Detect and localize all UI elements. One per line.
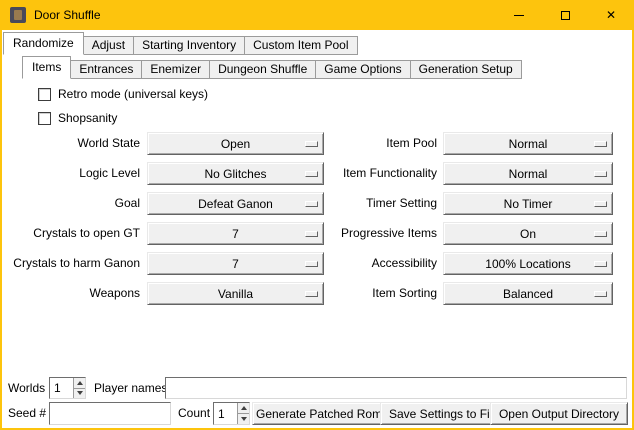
accessibility-label: Accessibility — [297, 252, 437, 275]
accessibility-dropdown[interactable]: 100% Locations — [443, 252, 613, 275]
dropdown-value: Normal — [509, 167, 548, 181]
item-pool-label: Item Pool — [297, 132, 437, 155]
tab-custom-item-pool[interactable]: Custom Item Pool — [244, 36, 357, 55]
dropdown-value: Defeat Ganon — [198, 197, 273, 211]
item-functionality-label: Item Functionality — [297, 162, 437, 185]
titlebar[interactable]: Door Shuffle ✕ — [0, 0, 634, 30]
generate-patched-rom-button[interactable]: Generate Patched Rom — [252, 402, 386, 425]
player-names-label: Player names — [94, 377, 167, 399]
seed-input[interactable] — [49, 402, 171, 425]
count-spinner[interactable]: 1 — [213, 402, 250, 425]
spinner-arrows — [73, 378, 85, 398]
dropdown-value: 7 — [232, 257, 239, 271]
maximize-button[interactable] — [542, 0, 588, 30]
dropdown-indicator-icon — [594, 171, 607, 177]
app-window: Door Shuffle ✕ Randomize Adjust Starting… — [0, 0, 634, 430]
spinner-down-button[interactable] — [238, 413, 249, 424]
dropdown-value: Vanilla — [218, 287, 253, 301]
crystals-open-gt-label: Crystals to open GT — [2, 222, 140, 245]
dropdown-indicator-icon — [594, 141, 607, 147]
progressive-items-dropdown[interactable]: On — [443, 222, 613, 245]
dropdown-indicator-icon — [594, 291, 607, 297]
dropdown-indicator-icon — [594, 201, 607, 207]
outer-tab-bar: Randomize Adjust Starting Inventory Cust… — [3, 32, 357, 55]
checkbox-box-icon — [38, 88, 51, 101]
window-title: Door Shuffle — [34, 8, 101, 22]
goal-label: Goal — [2, 192, 140, 215]
timer-setting-dropdown[interactable]: No Timer — [443, 192, 613, 215]
weapons-label: Weapons — [2, 282, 140, 305]
spinner-arrows — [237, 403, 249, 424]
dropdown-value: Balanced — [503, 287, 553, 301]
progressive-items-label: Progressive Items — [297, 222, 437, 245]
world-state-label: World State — [2, 132, 140, 155]
item-pool-dropdown[interactable]: Normal — [443, 132, 613, 155]
triangle-up-icon — [241, 406, 247, 410]
spinner-up-button[interactable] — [74, 378, 85, 388]
inner-tab-bar: Items Entrances Enemizer Dungeon Shuffle… — [22, 56, 521, 79]
window-controls: ✕ — [496, 0, 634, 30]
dropdown-value: No Timer — [504, 197, 553, 211]
worlds-spinner[interactable]: 1 — [49, 377, 86, 399]
tab-starting-inventory[interactable]: Starting Inventory — [133, 36, 245, 55]
player-names-input[interactable] — [165, 377, 627, 399]
dropdown-value: Normal — [509, 137, 548, 151]
shopsanity-checkbox[interactable]: Shopsanity — [38, 111, 117, 125]
item-sorting-dropdown[interactable]: Balanced — [443, 282, 613, 305]
worlds-label: Worlds — [8, 377, 45, 399]
close-button[interactable]: ✕ — [588, 0, 634, 30]
checkbox-label: Retro mode (universal keys) — [58, 87, 208, 101]
checkbox-label: Shopsanity — [58, 111, 117, 125]
tab-dungeon-shuffle[interactable]: Dungeon Shuffle — [209, 60, 316, 79]
tab-generation-setup[interactable]: Generation Setup — [410, 60, 522, 79]
spinner-down-button[interactable] — [74, 388, 85, 399]
triangle-down-icon — [241, 417, 247, 421]
dropdown-value: 7 — [232, 227, 239, 241]
item-sorting-label: Item Sorting — [297, 282, 437, 305]
maximize-icon — [561, 11, 570, 20]
checkbox-box-icon — [38, 112, 51, 125]
triangle-up-icon — [77, 381, 83, 385]
close-icon: ✕ — [606, 9, 616, 21]
app-icon[interactable] — [10, 7, 26, 23]
crystals-harm-ganon-label: Crystals to harm Ganon — [2, 252, 140, 275]
dropdown-value: On — [520, 227, 536, 241]
dropdown-value: 100% Locations — [485, 257, 570, 271]
dropdown-indicator-icon — [594, 231, 607, 237]
tab-entrances[interactable]: Entrances — [70, 60, 142, 79]
window-content: Randomize Adjust Starting Inventory Cust… — [2, 30, 632, 428]
tab-enemizer[interactable]: Enemizer — [141, 60, 210, 79]
save-settings-button[interactable]: Save Settings to File — [380, 402, 508, 425]
dropdown-value: No Glitches — [204, 167, 266, 181]
tab-randomize[interactable]: Randomize — [3, 32, 84, 55]
tab-items[interactable]: Items — [22, 56, 71, 79]
spinner-up-button[interactable] — [238, 403, 249, 413]
logic-level-label: Logic Level — [2, 162, 140, 185]
minimize-icon — [514, 15, 524, 16]
spinner-value: 1 — [50, 378, 73, 398]
item-functionality-dropdown[interactable]: Normal — [443, 162, 613, 185]
tab-adjust[interactable]: Adjust — [83, 36, 134, 55]
spinner-value: 1 — [214, 403, 237, 424]
dropdown-indicator-icon — [594, 261, 607, 267]
count-label: Count — [178, 402, 210, 425]
minimize-button[interactable] — [496, 0, 542, 30]
open-output-directory-button[interactable]: Open Output Directory — [490, 402, 628, 425]
tab-game-options[interactable]: Game Options — [315, 60, 410, 79]
timer-setting-label: Timer Setting — [297, 192, 437, 215]
triangle-down-icon — [77, 391, 83, 395]
dropdown-value: Open — [221, 137, 250, 151]
seed-label: Seed # — [8, 402, 46, 425]
retro-mode-checkbox[interactable]: Retro mode (universal keys) — [38, 87, 208, 101]
